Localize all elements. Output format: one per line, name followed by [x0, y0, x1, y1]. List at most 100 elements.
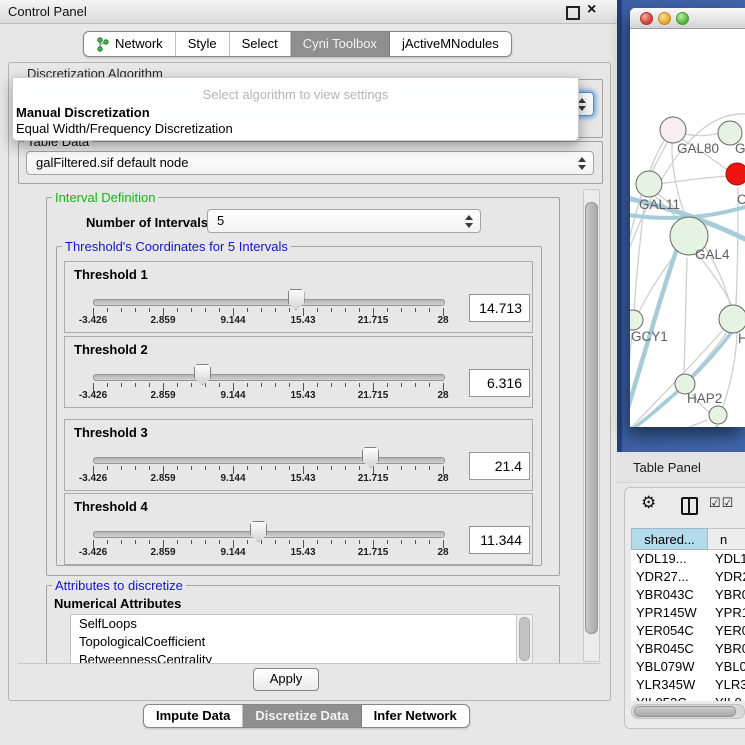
dropdown-item-manual-discretization[interactable]: Manual Discretization — [16, 105, 150, 120]
slider-tick — [345, 308, 346, 312]
network-edge[interactable] — [630, 333, 632, 427]
settings-vertical-scrollbar[interactable] — [583, 189, 600, 662]
node-bottom[interactable] — [709, 406, 727, 424]
scrollbar-thumb[interactable] — [634, 706, 736, 717]
float-window-icon[interactable] — [566, 6, 580, 20]
minimize-traffic-light-icon[interactable] — [658, 12, 671, 25]
slider-tick — [429, 308, 430, 312]
numerical-attributes-list[interactable]: SelfLoops TopologicalCoefficient Between… — [70, 614, 517, 664]
list-item[interactable]: TopologicalCoefficient — [71, 633, 516, 651]
table-cell-name: YDL1 — [708, 550, 745, 568]
slider-track[interactable] — [93, 299, 445, 306]
node-gcy1[interactable] — [630, 310, 643, 330]
slider-tick — [289, 383, 290, 387]
node-gal11[interactable] — [636, 171, 662, 197]
node-right[interactable] — [719, 305, 745, 333]
node-label: GAL4 — [695, 247, 730, 262]
slider-tick-label: 2.859 — [138, 390, 188, 401]
tab-select[interactable]: Select — [230, 32, 291, 56]
table-row[interactable]: YDL19...YDL1 — [631, 550, 745, 568]
table-row[interactable]: YIL052CYIL0 — [631, 694, 745, 701]
close-traffic-light-icon[interactable] — [640, 12, 653, 25]
slider-tick — [289, 540, 290, 544]
node-label: GAL80 — [677, 141, 719, 156]
table-row[interactable]: YLR345WYLR3 — [631, 676, 745, 694]
network-window-titlebar[interactable] — [630, 8, 745, 29]
network-icon — [96, 37, 109, 52]
slider-thumb[interactable] — [250, 521, 267, 542]
tab-jactivemnodules[interactable]: jActiveMNodules — [390, 32, 511, 56]
table-cell-shared-name: YER054C — [631, 622, 708, 640]
network-edge[interactable] — [684, 258, 687, 375]
scrollbar-thumb[interactable] — [519, 617, 530, 661]
network-edge[interactable] — [659, 176, 727, 184]
slider-tick-label: -3.426 — [68, 547, 118, 558]
number-of-intervals-combobox[interactable]: 5 — [207, 209, 481, 233]
tab-discretize-data[interactable]: Discretize Data — [243, 705, 361, 727]
slider-tick — [205, 466, 206, 470]
table-cell-shared-name: YDR27... — [631, 568, 708, 586]
network-edge[interactable] — [722, 333, 737, 409]
table-row[interactable]: YER054CYER0 — [631, 622, 745, 640]
table-row[interactable]: YDR27...YDR2 — [631, 568, 745, 586]
slider-thumb[interactable] — [362, 447, 379, 468]
table-row[interactable]: YBL079WYBL0 — [631, 658, 745, 676]
threshold-value-field[interactable]: 6.316 — [469, 369, 530, 397]
list-item[interactable]: SelfLoops — [71, 615, 516, 633]
slider-tick — [149, 308, 150, 312]
table-row[interactable]: YBR045CYBR0 — [631, 640, 745, 658]
slider-tick — [205, 383, 206, 387]
zoom-traffic-light-icon[interactable] — [676, 12, 689, 25]
list-vertical-scrollbar[interactable] — [516, 614, 533, 664]
network-canvas[interactable]: GAL80GCGAL11GAL4GCY1HHAP2 — [630, 28, 745, 427]
checkboxes-icon[interactable]: ☑☑ — [709, 495, 734, 511]
slider-tick — [121, 540, 122, 544]
table-data-value: galFiltered.sif default node — [36, 152, 188, 174]
slider-tick — [219, 308, 220, 312]
column-header-shared-name[interactable]: shared... — [631, 528, 708, 550]
node-red[interactable] — [726, 163, 745, 185]
gear-icon[interactable]: ⚙ — [641, 493, 656, 513]
network-edge[interactable] — [690, 332, 727, 377]
combo-arrows-icon — [578, 157, 587, 170]
slider-tick — [401, 540, 402, 544]
slider-thumb[interactable] — [194, 364, 211, 385]
slider-track[interactable] — [93, 457, 445, 464]
slider-thumb[interactable] — [288, 289, 305, 310]
node-table[interactable]: shared... n YDL19...YDL1YDR27...YDR2YBR0… — [631, 528, 745, 701]
slider-tick-label: 2.859 — [138, 473, 188, 484]
threshold-label: Threshold 2 — [74, 342, 148, 357]
slider-track[interactable] — [93, 531, 445, 538]
slider-tick — [219, 540, 220, 544]
threshold-value-field[interactable]: 14.713 — [469, 294, 530, 322]
tab-network[interactable]: Network — [84, 32, 176, 56]
tab-impute-data[interactable]: Impute Data — [144, 705, 243, 727]
table-data-combobox[interactable]: galFiltered.sif default node — [26, 151, 594, 175]
table-row[interactable]: YPR145WYPR1 — [631, 604, 745, 622]
node-gal80[interactable] — [660, 117, 686, 143]
slider-tick — [135, 383, 136, 387]
slider-tick — [387, 383, 388, 387]
close-icon[interactable]: × — [587, 1, 596, 19]
slider-tick — [289, 308, 290, 312]
scrollbar-thumb[interactable] — [585, 202, 598, 634]
table-horizontal-scrollbar[interactable] — [631, 704, 745, 719]
slider-tick — [219, 466, 220, 470]
threshold-value-field[interactable]: 11.344 — [469, 526, 530, 554]
slider-track[interactable] — [93, 374, 445, 381]
slider-tick-label: 21.715 — [348, 315, 398, 326]
column-header-name[interactable]: n — [708, 528, 745, 550]
tab-cyni-toolbox[interactable]: Cyni Toolbox — [291, 32, 390, 56]
tab-infer-network[interactable]: Infer Network — [362, 705, 469, 727]
table-cell-shared-name: YBR043C — [631, 586, 708, 604]
table-row[interactable]: YBR043CYBR0 — [631, 586, 745, 604]
control-panel-titlebar: Control Panel × — [0, 0, 617, 24]
columns-icon[interactable] — [681, 497, 698, 515]
network-edge[interactable] — [684, 133, 720, 136]
threshold-value-field[interactable]: 21.4 — [469, 452, 530, 480]
network-view-window[interactable]: GAL80GCGAL11GAL4GCY1HHAP2 — [630, 8, 745, 427]
apply-button[interactable]: Apply — [253, 668, 319, 691]
top-tab-bar: Network Style Select Cyni Toolbox jActiv… — [83, 31, 512, 57]
dropdown-item-equal-width-frequency[interactable]: Equal Width/Frequency Discretization — [16, 121, 233, 136]
tab-style[interactable]: Style — [176, 32, 230, 56]
